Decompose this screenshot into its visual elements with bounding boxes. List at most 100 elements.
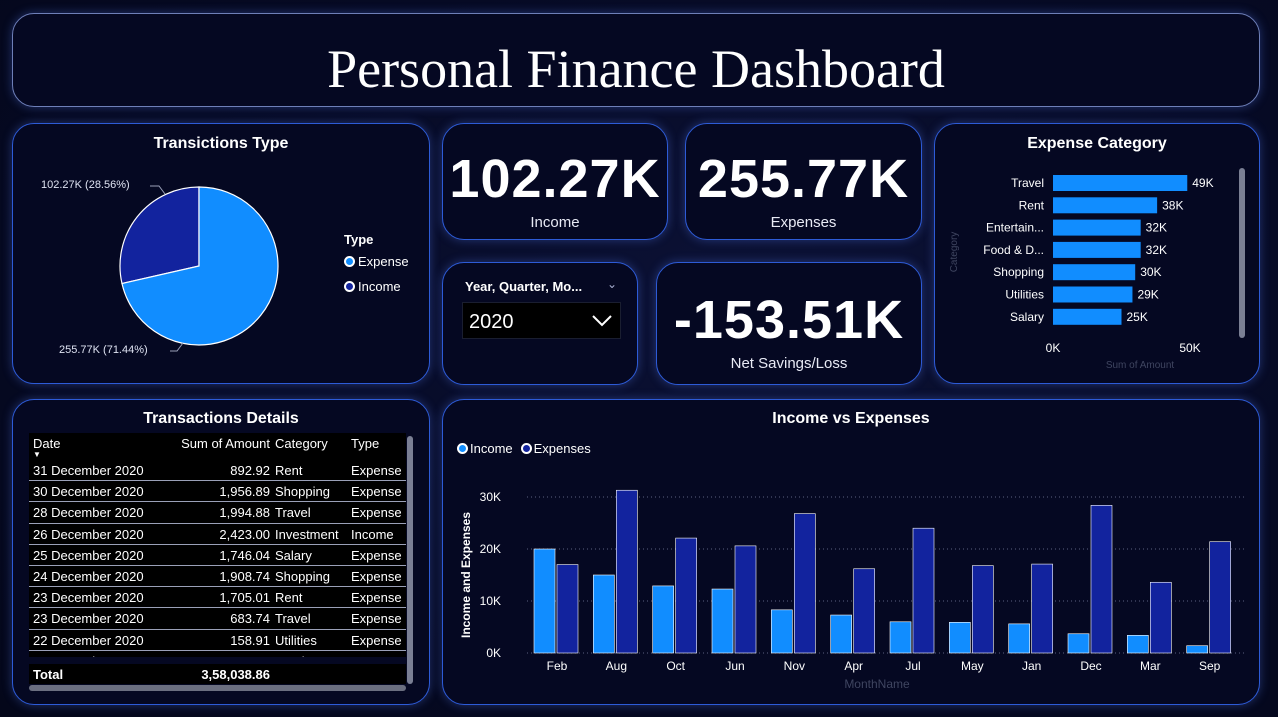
x-tick-label: Jul bbox=[905, 659, 920, 673]
column-header-type[interactable]: Type bbox=[351, 436, 379, 451]
expense-bar[interactable] bbox=[1150, 581, 1172, 654]
expense-bar[interactable] bbox=[734, 545, 757, 654]
table-row[interactable]: 23 December 2020 683.74 Travel Expense bbox=[29, 608, 406, 630]
income-bar[interactable] bbox=[533, 548, 556, 654]
cell-type: Income bbox=[351, 526, 394, 542]
expense-category-card[interactable]: Expense Category Category Travel 49K Rent 38… bbox=[934, 123, 1260, 384]
cell-category: Rent bbox=[275, 590, 303, 606]
table-row[interactable]: 25 December 2020 1,746.04 Salary Expense bbox=[29, 544, 406, 566]
bar-data-label: 32K bbox=[1146, 221, 1167, 235]
table-horizontal-scrollbar[interactable] bbox=[29, 685, 406, 691]
chevron-down-icon[interactable]: ⌄ bbox=[607, 277, 617, 291]
net-savings-kpi-card: -153.51K Net Savings/Loss bbox=[656, 262, 922, 385]
column-header-amount[interactable]: Sum of Amount bbox=[181, 436, 270, 451]
table-total-row: Total 3,58,038.86 bbox=[29, 664, 406, 684]
x-tick-label: Apr bbox=[844, 659, 863, 673]
net-savings-label: Net Savings/Loss bbox=[730, 355, 848, 372]
legend-item-income[interactable]: Income bbox=[344, 279, 401, 294]
expense-bar[interactable] bbox=[853, 568, 875, 654]
sort-desc-icon[interactable]: ▼ bbox=[33, 450, 41, 459]
transaction-type-card[interactable]: Transictions Type 102.27K (28.56%) 255.7… bbox=[12, 123, 430, 384]
expense-bar[interactable] bbox=[972, 565, 994, 654]
chevron-down-icon[interactable] bbox=[590, 309, 614, 331]
cell-type: Expense bbox=[351, 590, 402, 606]
slicer-selected-value: 2020 bbox=[469, 311, 514, 333]
table-row[interactable]: 20 December 2020 1,447.66 Food & Expense bbox=[29, 650, 406, 657]
year-dropdown[interactable]: 2020 bbox=[462, 302, 621, 339]
expense-bar[interactable] bbox=[556, 564, 579, 654]
income-bar[interactable] bbox=[1008, 623, 1030, 654]
table-title: Transactions Details bbox=[143, 410, 299, 427]
expense-category-bar[interactable] bbox=[1053, 175, 1188, 191]
expense-bar[interactable] bbox=[1090, 505, 1113, 654]
expense-category-bar[interactable] bbox=[1053, 219, 1141, 236]
expense-bar[interactable] bbox=[616, 489, 638, 654]
income-kpi-card: 102.27K Income bbox=[442, 123, 668, 240]
expense-category-bar[interactable] bbox=[1053, 264, 1136, 281]
income-bar[interactable] bbox=[771, 609, 793, 654]
bar-data-label: 32K bbox=[1146, 243, 1167, 257]
expense-bar[interactable] bbox=[912, 527, 935, 654]
expense-category-bar[interactable] bbox=[1053, 197, 1158, 214]
expense-bar[interactable] bbox=[1209, 541, 1231, 654]
income-bar[interactable] bbox=[1127, 635, 1149, 654]
y-tick-label: 30K bbox=[480, 490, 501, 504]
table-row[interactable]: 22 December 2020 158.91 Utilities Expense bbox=[29, 629, 406, 651]
bar-data-label: 25K bbox=[1127, 310, 1148, 324]
column-header-date[interactable]: Date bbox=[33, 436, 60, 451]
x-tick-label: Dec bbox=[1080, 659, 1101, 673]
income-bar[interactable] bbox=[593, 574, 615, 654]
income-bar[interactable] bbox=[830, 614, 852, 654]
vertical-scrollbar[interactable] bbox=[1239, 168, 1245, 338]
bar-data-label: 49K bbox=[1192, 176, 1213, 190]
category-tick-label: Salary bbox=[1010, 310, 1044, 324]
title-banner: Personal Finance Dashboard bbox=[12, 13, 1260, 107]
legend-label: Expense bbox=[358, 254, 409, 269]
x-tick-label: Sep bbox=[1199, 659, 1221, 673]
x-tick-label: Jun bbox=[725, 659, 744, 673]
income-bar[interactable] bbox=[711, 588, 734, 654]
expense-category-bar[interactable] bbox=[1053, 286, 1133, 303]
table-row[interactable]: 30 December 2020 1,956.89 Shopping Expense bbox=[29, 481, 406, 503]
income-bar[interactable] bbox=[1186, 645, 1208, 654]
table-row[interactable]: 24 December 2020 1,908.74 Shopping Expense bbox=[29, 565, 406, 588]
cell-amount: 683.74 bbox=[230, 611, 270, 627]
pie-leader-line bbox=[170, 342, 184, 352]
cell-date: 24 December 2020 bbox=[33, 568, 144, 584]
table-body[interactable]: 31 December 2020 892.92 Rent Expense 30 Dece… bbox=[29, 460, 406, 657]
cell-date: 20 December 2020 bbox=[33, 654, 144, 657]
net-savings-value: -153.51K bbox=[673, 290, 905, 350]
expense-bar[interactable] bbox=[675, 537, 697, 654]
cell-type: Expense bbox=[351, 568, 402, 584]
cell-amount: 892.92 bbox=[230, 463, 270, 478]
income-vs-expenses-card[interactable]: Income vs Expenses Income Expenses 0K 10K… bbox=[442, 399, 1260, 705]
expense-bar[interactable] bbox=[1031, 563, 1053, 654]
table-row[interactable]: 28 December 2020 1,994.88 Travel Expense bbox=[29, 502, 406, 524]
expense-category-bar[interactable] bbox=[1053, 241, 1141, 258]
income-bar[interactable] bbox=[1067, 633, 1090, 654]
expense-category-chart[interactable]: Category Travel 49K Rent 38K Entertain... 32K F… bbox=[935, 124, 1261, 385]
cell-date: 22 December 2020 bbox=[33, 632, 144, 648]
table-vertical-scrollbar[interactable] bbox=[407, 436, 413, 684]
income-bar[interactable] bbox=[652, 585, 674, 654]
expenses-value: 255.77K bbox=[697, 149, 910, 209]
legend-item-expense[interactable]: Expense bbox=[344, 254, 409, 269]
x-axis-label: Sum of Amount bbox=[1106, 360, 1175, 371]
transactions-table[interactable]: Date ▼ Sum of Amount Category Type 31 De… bbox=[29, 433, 406, 657]
cell-type: Expense bbox=[351, 547, 402, 563]
cell-amount: 1,908.74 bbox=[219, 568, 270, 584]
cell-category: Investment bbox=[275, 526, 339, 542]
expense-category-bar[interactable] bbox=[1053, 308, 1122, 325]
column-header-category[interactable]: Category bbox=[275, 436, 328, 451]
pie-label-expense: 255.77K (71.44%) bbox=[59, 344, 148, 356]
x-axis-label: MonthName bbox=[844, 677, 910, 691]
income-expenses-column-chart[interactable]: 0K 10K 20K 30K Income and Expenses Feb Aug Oct J… bbox=[443, 400, 1261, 706]
income-bar[interactable] bbox=[949, 622, 971, 654]
x-tick-label: 0K bbox=[1046, 341, 1061, 355]
legend-label: Income bbox=[358, 279, 401, 294]
table-row[interactable]: 31 December 2020 892.92 Rent Expense bbox=[29, 460, 406, 482]
income-bar[interactable] bbox=[889, 621, 912, 654]
expense-bar[interactable] bbox=[794, 513, 816, 654]
table-row[interactable]: 26 December 2020 2,423.00 Investment Income bbox=[29, 523, 406, 545]
table-row[interactable]: 23 December 2020 1,705.01 Rent Expense bbox=[29, 587, 406, 609]
